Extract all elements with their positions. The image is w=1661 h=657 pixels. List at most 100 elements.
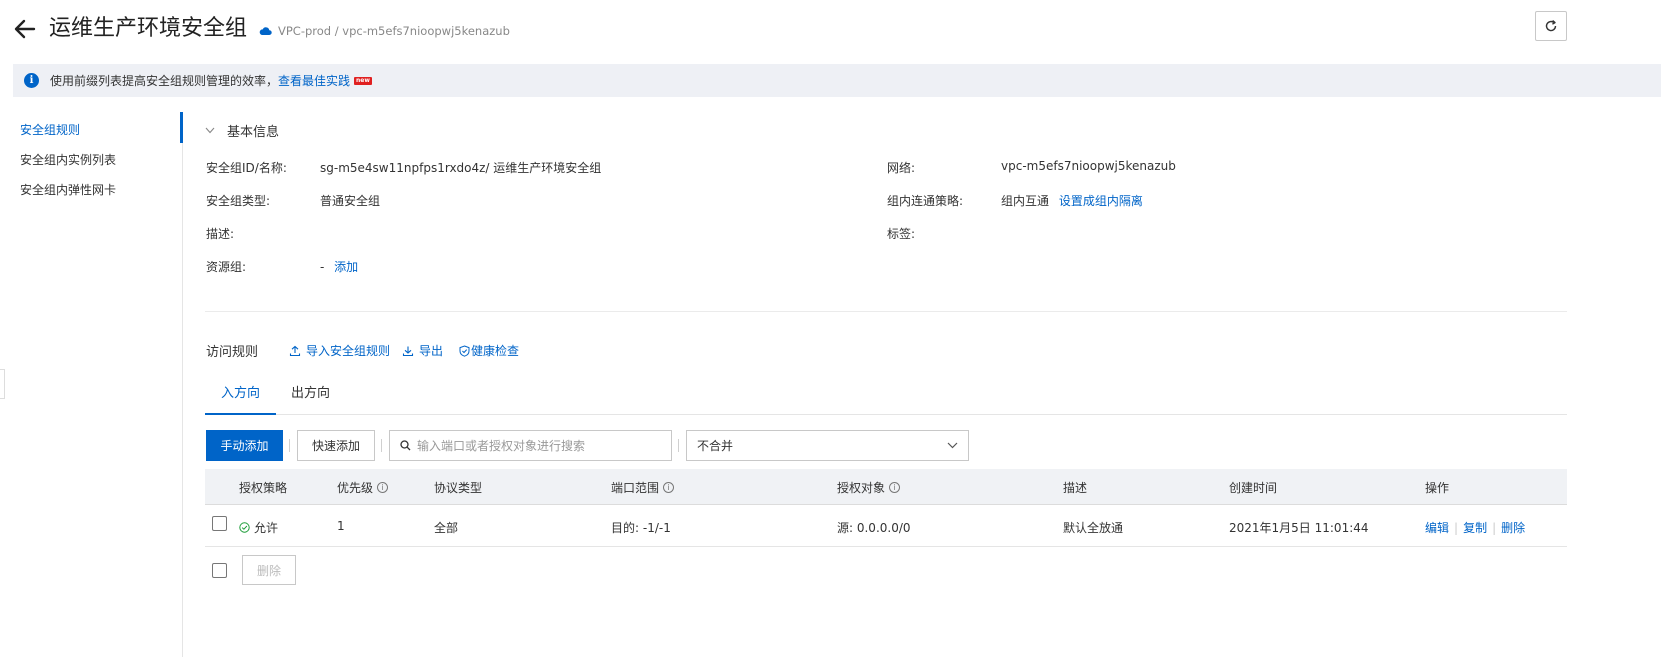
chevron-down-icon bbox=[205, 127, 215, 134]
select-all-checkbox[interactable] bbox=[212, 563, 227, 578]
rules-table-header: 授权策略 优先级 i 协议类型 端口范围 i 授权对象 i 描述 创建时间 操作 bbox=[205, 469, 1567, 505]
export-button[interactable]: 导出 bbox=[402, 342, 443, 359]
export-label[interactable]: 导出 bbox=[419, 342, 443, 359]
notice-text: 使用前缀列表提高安全组规则管理的效率， bbox=[50, 74, 279, 88]
download-icon bbox=[402, 346, 414, 356]
col-target-label: 授权对象 bbox=[837, 481, 886, 495]
col-priority-label: 优先级 bbox=[337, 481, 374, 495]
op-separator: | bbox=[1454, 520, 1459, 535]
policy-label: 组内连通策略: bbox=[887, 194, 964, 208]
import-rules-label[interactable]: 导入安全组规则 bbox=[306, 342, 390, 359]
col-protocol: 协议类型 bbox=[434, 479, 482, 496]
health-check-button[interactable]: 健康检查 bbox=[459, 342, 519, 359]
import-rules-button[interactable]: 导入安全组规则 bbox=[289, 342, 390, 359]
tab-outbound[interactable]: 出方向 bbox=[275, 378, 346, 415]
sidebar-item-eni[interactable]: 安全组内弹性网卡 bbox=[20, 181, 116, 198]
section-divider bbox=[205, 311, 1567, 312]
best-practice-link[interactable]: 查看最佳实践 bbox=[278, 72, 350, 89]
cell-policy: 允许 bbox=[239, 519, 278, 536]
merge-select[interactable]: 不合并 bbox=[686, 430, 969, 461]
merge-select-value: 不合并 bbox=[697, 439, 734, 453]
col-desc-label: 描述 bbox=[1063, 481, 1088, 495]
side-nav: 安全组规则 安全组内实例列表 安全组内弹性网卡 bbox=[0, 112, 183, 657]
col-port: 端口范围 i bbox=[611, 479, 675, 496]
access-rules-title: 访问规则 bbox=[206, 345, 259, 360]
shield-check-icon bbox=[459, 344, 470, 357]
col-ops: 操作 bbox=[1425, 479, 1449, 496]
col-created: 创建时间 bbox=[1229, 479, 1277, 496]
page-header: 运维生产环境安全组 VPC-prod / vpc-m5efs7nioopwj5k… bbox=[0, 0, 1661, 62]
basic-info-header[interactable]: 基本信息 bbox=[205, 121, 279, 140]
cell-ops: 编辑 | 复制 | 删除 bbox=[1425, 519, 1525, 536]
delete-link[interactable]: 删除 bbox=[1501, 519, 1525, 536]
col-ops-label: 操作 bbox=[1425, 481, 1450, 495]
basic-info-title: 基本信息 bbox=[227, 125, 280, 140]
active-nav-indicator bbox=[180, 112, 183, 143]
sg-id-value: sg-m5e4sw11npfps1rxdo4z/ 运维生产环境安全组 bbox=[320, 161, 602, 175]
help-icon[interactable]: i bbox=[663, 482, 675, 493]
search-input[interactable] bbox=[417, 438, 657, 453]
sidebar-item-instances[interactable]: 安全组内实例列表 bbox=[20, 151, 116, 168]
rules-toolbar: 手动添加 快速添加 不合并 bbox=[0, 430, 1661, 461]
col-protocol-label: 协议类型 bbox=[434, 481, 483, 495]
vpc-breadcrumb-text[interactable]: VPC-prod / vpc-m5efs7nioopwj5kenazub bbox=[278, 24, 510, 38]
copy-link[interactable]: 复制 bbox=[1463, 519, 1487, 536]
search-icon bbox=[400, 440, 411, 451]
help-icon[interactable]: i bbox=[889, 482, 901, 493]
sidebar-item-sg-rules[interactable]: 安全组规则 bbox=[20, 121, 80, 138]
edit-link[interactable]: 编辑 bbox=[1425, 519, 1449, 536]
new-badge: new bbox=[354, 76, 372, 85]
sg-type-value: 普通安全组 bbox=[320, 194, 381, 208]
health-check-label[interactable]: 健康检查 bbox=[471, 342, 519, 359]
policy-text: 组内互通 bbox=[1001, 194, 1050, 208]
batch-delete-button[interactable]: 删除 bbox=[242, 555, 296, 585]
sg-type-label: 安全组类型: bbox=[206, 194, 271, 208]
cell-protocol: 全部 bbox=[434, 521, 459, 535]
cell-target: 源: 0.0.0.0/0 bbox=[837, 521, 911, 535]
cell-policy-text: 允许 bbox=[254, 521, 279, 535]
notice-banner: i 使用前缀列表提高安全组规则管理的效率， 查看最佳实践 new bbox=[13, 64, 1661, 97]
refresh-icon bbox=[1545, 20, 1557, 32]
resource-group-text: - bbox=[320, 260, 325, 274]
add-resource-group-link[interactable]: 添加 bbox=[334, 260, 358, 274]
cell-desc: 默认全放通 bbox=[1063, 521, 1124, 535]
page-title: 运维生产环境安全组 bbox=[49, 16, 248, 41]
network-label: 网络: bbox=[887, 161, 916, 175]
col-port-label: 端口范围 bbox=[611, 481, 660, 495]
col-policy-label: 授权策略 bbox=[239, 481, 288, 495]
cell-port: 目的: -1/-1 bbox=[611, 521, 671, 535]
table-row: 允许 1 全部 目的: -1/-1 源: 0.0.0.0/0 默认全放通 202… bbox=[205, 505, 1567, 547]
tab-inbound[interactable]: 入方向 bbox=[205, 378, 277, 415]
manual-add-button[interactable]: 手动添加 bbox=[206, 430, 283, 461]
col-policy: 授权策略 bbox=[239, 479, 287, 496]
resource-group-label: 资源组: bbox=[206, 260, 247, 274]
tags-label: 标签: bbox=[887, 227, 916, 241]
network-value: vpc-m5efs7nioopwj5kenazub bbox=[1001, 159, 1176, 173]
arrow-left-icon[interactable] bbox=[12, 16, 38, 42]
cloud-icon bbox=[259, 27, 272, 35]
toolbar-separator bbox=[289, 439, 290, 452]
chevron-down-icon bbox=[947, 442, 958, 449]
check-circle-icon bbox=[239, 522, 250, 533]
toolbar-separator bbox=[381, 439, 382, 452]
collapse-handle[interactable] bbox=[0, 369, 5, 399]
description-label: 描述: bbox=[206, 227, 235, 241]
set-isolation-link[interactable]: 设置成组内隔离 bbox=[1059, 194, 1143, 208]
help-icon[interactable]: i bbox=[377, 482, 389, 493]
direction-tabs: 入方向 出方向 bbox=[205, 378, 1567, 415]
info-icon: i bbox=[24, 73, 39, 88]
resource-group-value: - 添加 bbox=[320, 258, 358, 275]
refresh-button[interactable] bbox=[1535, 11, 1567, 41]
quick-add-button[interactable]: 快速添加 bbox=[297, 430, 375, 461]
search-field[interactable] bbox=[389, 430, 672, 461]
vpc-breadcrumb[interactable]: VPC-prod / vpc-m5efs7nioopwj5kenazub bbox=[259, 24, 510, 38]
col-created-label: 创建时间 bbox=[1229, 481, 1278, 495]
cell-priority: 1 bbox=[337, 519, 345, 533]
cell-created: 2021年1月5日 11:01:44 bbox=[1229, 521, 1369, 535]
toolbar-separator bbox=[678, 439, 679, 452]
policy-value: 组内互通 设置成组内隔离 bbox=[1001, 192, 1143, 209]
col-target: 授权对象 i bbox=[837, 479, 901, 496]
col-priority: 优先级 i bbox=[337, 479, 389, 496]
sg-id-label: 安全组ID/名称: bbox=[206, 161, 287, 175]
row-checkbox[interactable] bbox=[212, 516, 227, 531]
